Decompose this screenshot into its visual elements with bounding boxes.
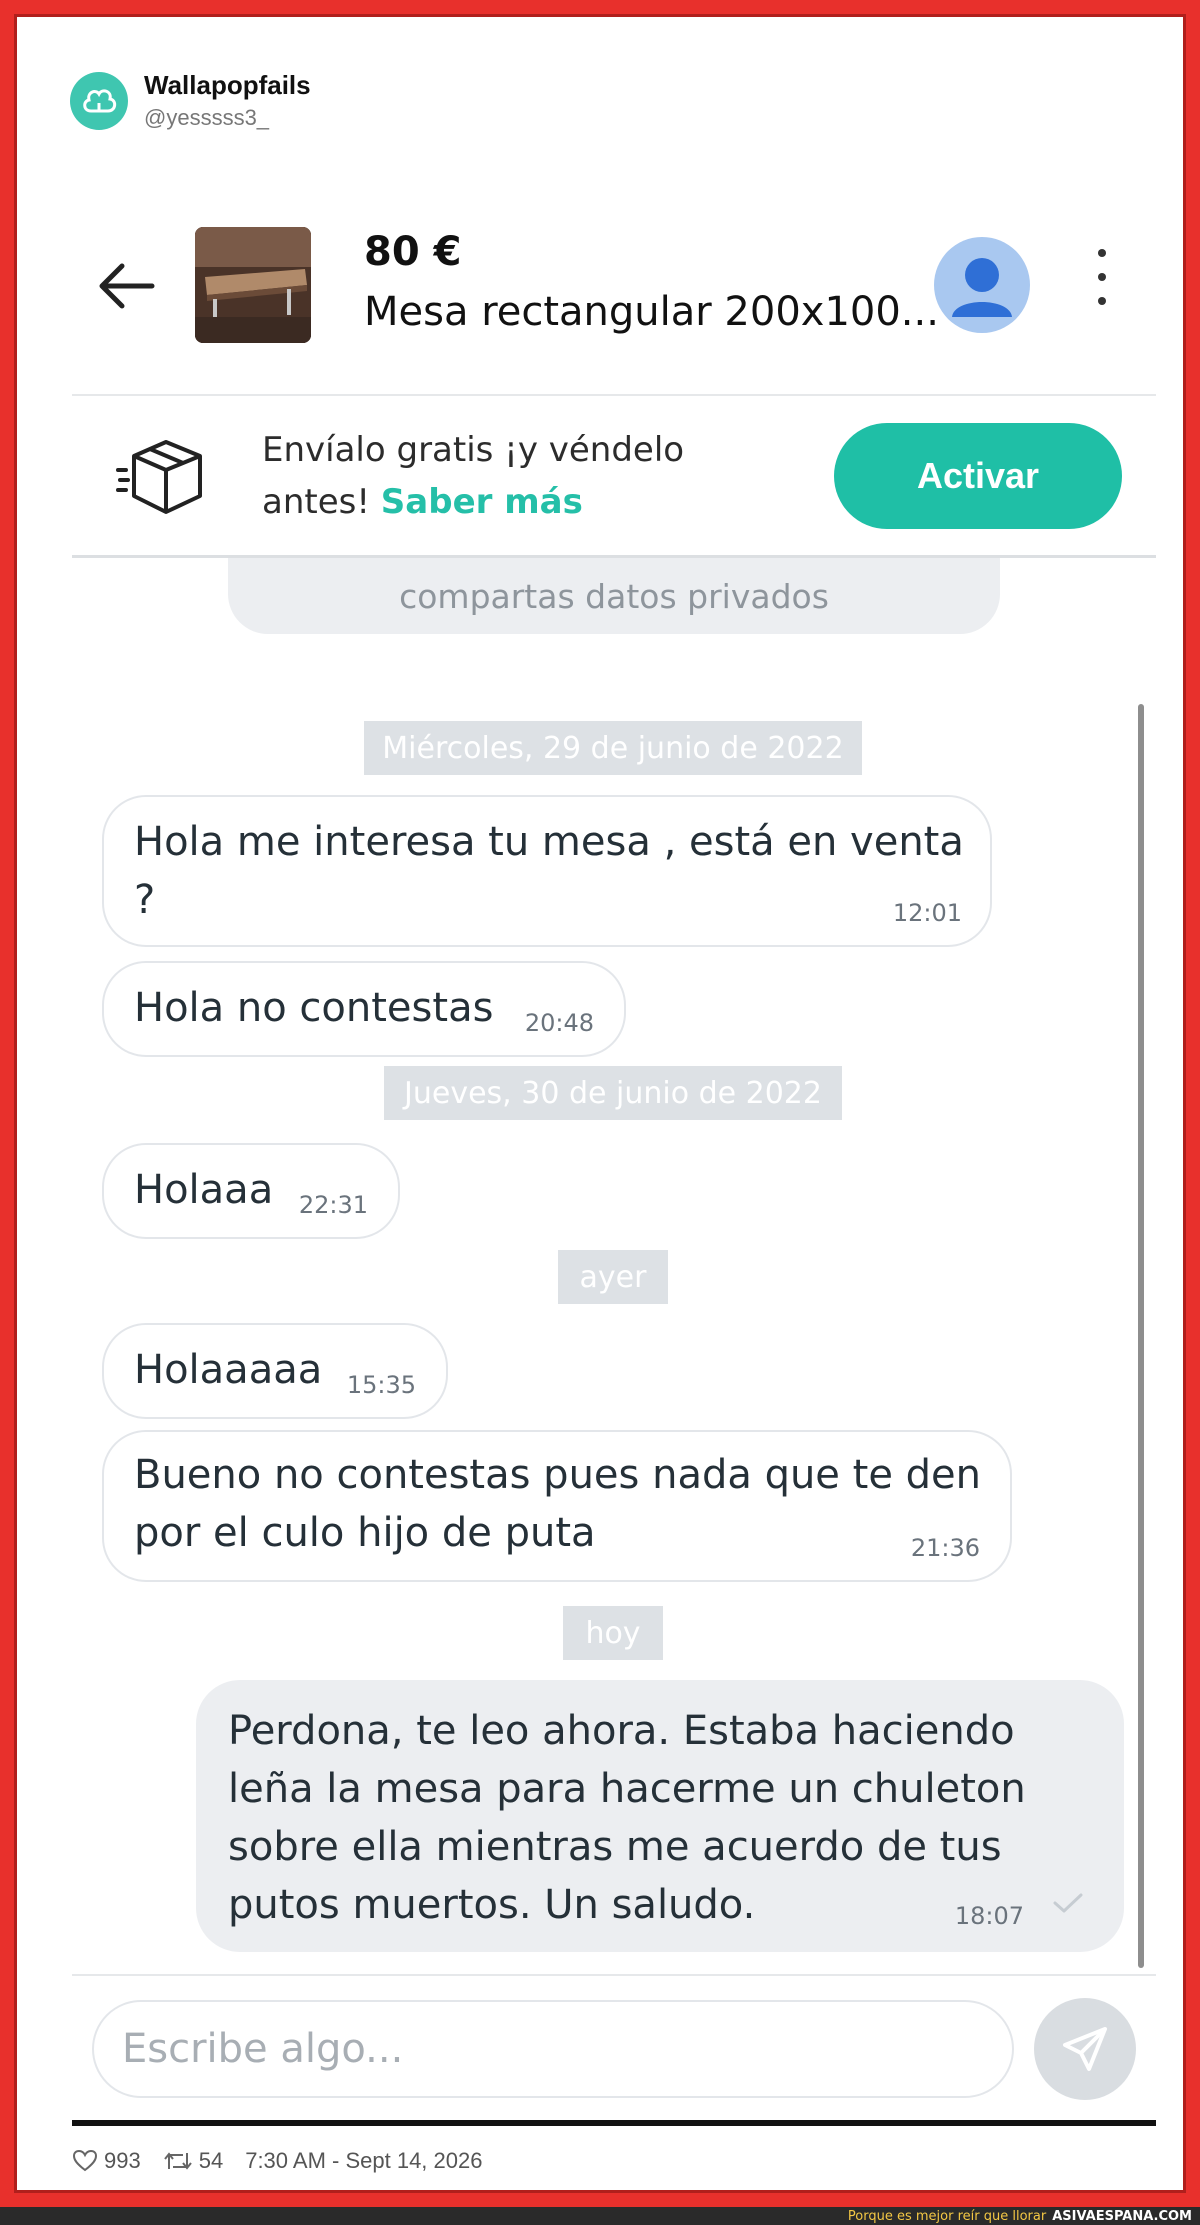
activar-button[interactable]: Activar [834, 423, 1122, 529]
safety-notice: compartas datos privados [228, 558, 1000, 634]
watermark-bar: Porque es mejor reír que llorar ASIVAESP… [0, 2207, 1200, 2225]
message-incoming[interactable]: Bueno no contestas pues nada que te den … [102, 1430, 1012, 1582]
shipping-promo-banner: Envíalo gratis ¡y véndelo antes! Saber m… [72, 396, 1156, 556]
retweet-icon [163, 2152, 192, 2170]
tweet-author-name[interactable]: Wallapopfails [144, 70, 311, 101]
message-incoming[interactable]: Holaaaaa 15:35 [102, 1323, 448, 1419]
send-button[interactable] [1034, 1998, 1136, 2100]
message-text: Bueno no contestas pues nada que te den … [134, 1452, 981, 1556]
retweet-count: 54 [198, 2148, 224, 2173]
tweet-author-handle[interactable]: @yesssss3_ [144, 105, 311, 131]
chat-topbar: 80 € Mesa rectangular 200x100... [72, 219, 1156, 389]
back-arrow-icon[interactable] [94, 261, 158, 315]
message-time: 22:31 [298, 1191, 368, 1219]
divider [72, 1974, 1156, 1976]
watermark-site[interactable]: ASIVAESPANA.COM [1052, 2209, 1192, 2224]
heart-icon [72, 2149, 98, 2172]
listing-price: 80 € [364, 229, 462, 275]
tweet-timestamp[interactable]: 7:30 AM - Sept 14, 2026 [245, 2148, 482, 2174]
date-separator: ayer [558, 1250, 668, 1304]
tweet-frame: Wallapopfails @yesssss3_ 80 € Mesa recta… [0, 0, 1200, 2207]
date-separator: Jueves, 30 de junio de 2022 [384, 1066, 842, 1120]
user-avatar-icon[interactable] [934, 237, 1030, 333]
message-incoming[interactable]: Hola no contestas 20:48 [102, 961, 626, 1057]
shipping-box-icon [116, 436, 208, 524]
listing-thumbnail[interactable] [195, 227, 311, 343]
message-outgoing[interactable]: Perdona, te leo ahora. Estaba haciendo l… [196, 1680, 1124, 1952]
watermark-tagline: Porque es mejor reír que llorar [847, 2208, 1047, 2224]
scrollbar[interactable] [1138, 704, 1144, 1968]
like-count: 993 [104, 2148, 141, 2173]
tweet-header: Wallapopfails @yesssss3_ [70, 70, 311, 131]
message-input-placeholder: Escribe algo... [122, 2026, 404, 2072]
message-time: 18:07 [954, 1902, 1024, 1930]
message-time: 12:01 [892, 899, 962, 927]
chat-thread[interactable]: compartas datos privados Miércoles, 29 d… [72, 558, 1156, 1974]
more-vertical-icon[interactable] [1090, 249, 1114, 319]
divider [72, 2120, 1156, 2126]
check-icon [1052, 1878, 1084, 1924]
message-text: Hola me interesa tu mesa , está en venta… [134, 819, 964, 923]
date-separator: Miércoles, 29 de junio de 2022 [364, 721, 862, 775]
wallapop-logo-icon[interactable] [70, 71, 128, 130]
retweet-stat[interactable]: 54 [163, 2148, 223, 2174]
message-text: Hola no contestas [134, 985, 494, 1031]
send-icon [1063, 2027, 1107, 2071]
tweet-stats: 993 54 7:30 AM - Sept 14, 2026 [72, 2148, 504, 2174]
message-time: 21:36 [910, 1534, 980, 1562]
message-time: 15:35 [346, 1371, 416, 1399]
promo-text: Envíalo gratis ¡y véndelo antes! Saber m… [262, 430, 685, 522]
message-incoming[interactable]: Holaaa 22:31 [102, 1143, 400, 1239]
message-input[interactable]: Escribe algo... [92, 2000, 1014, 2098]
message-text: Holaaaaa [134, 1347, 323, 1393]
message-text: Perdona, te leo ahora. Estaba haciendo l… [228, 1708, 1026, 1928]
message-text: Holaaa [134, 1167, 274, 1213]
message-incoming[interactable]: Hola me interesa tu mesa , está en venta… [102, 795, 992, 947]
saber-mas-link[interactable]: Saber más [381, 482, 583, 522]
date-separator: hoy [563, 1606, 663, 1660]
like-stat[interactable]: 993 [72, 2148, 141, 2174]
listing-title[interactable]: Mesa rectangular 200x100... [364, 289, 939, 335]
message-time: 20:48 [524, 1009, 594, 1037]
